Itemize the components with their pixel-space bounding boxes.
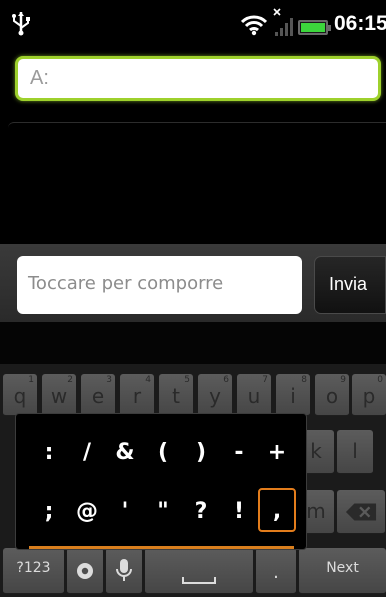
- symbol-popup: : / & ( ) - + ; @ ' " ? ! ,: [15, 413, 307, 550]
- wifi-icon: [241, 15, 267, 36]
- status-time: 06:15: [334, 12, 386, 35]
- key-u[interactable]: 7u: [237, 374, 271, 416]
- recipient-input[interactable]: A:: [15, 56, 381, 101]
- symbol-plus[interactable]: +: [262, 440, 292, 465]
- space-icon: [182, 577, 216, 584]
- key-w[interactable]: 2w: [42, 374, 76, 416]
- symbol-question[interactable]: ?: [186, 499, 216, 524]
- message-input[interactable]: Toccare per comporre: [17, 256, 302, 314]
- usb-icon: [12, 12, 30, 36]
- compose-bar: Toccare per comporre Invia: [0, 244, 386, 322]
- symbols-key[interactable]: ?123: [3, 548, 64, 594]
- send-button-label: Invia: [329, 274, 368, 294]
- symbol-semicolon[interactable]: ;: [34, 499, 64, 524]
- symbol-at[interactable]: @: [72, 499, 102, 524]
- recipient-label: A:: [30, 67, 49, 89]
- microphone-icon: [116, 559, 132, 581]
- symbol-close-paren[interactable]: ): [186, 440, 216, 465]
- key-t[interactable]: 5t: [159, 374, 193, 416]
- symbol-dash[interactable]: -: [224, 440, 254, 465]
- symbol-comma[interactable]: ,: [258, 488, 296, 532]
- symbol-apostrophe[interactable]: ': [110, 499, 140, 524]
- key-q[interactable]: 1q: [3, 374, 37, 416]
- key-e[interactable]: 3e: [81, 374, 115, 416]
- popup-underline: [29, 546, 294, 549]
- symbol-ampersand[interactable]: &: [110, 440, 140, 465]
- voice-input-key[interactable]: [106, 548, 142, 594]
- conversation-area: [8, 122, 386, 244]
- symbol-colon[interactable]: :: [34, 440, 64, 465]
- key-y[interactable]: 6y: [198, 374, 232, 416]
- backspace-icon: [345, 503, 377, 521]
- keyboard-gap: [0, 322, 386, 364]
- key-p[interactable]: 0p: [352, 374, 386, 416]
- message-placeholder: Toccare per comporre: [28, 273, 224, 294]
- symbol-open-paren[interactable]: (: [148, 440, 178, 465]
- key-l[interactable]: l: [337, 430, 373, 474]
- status-bar: 06:15: [0, 0, 386, 46]
- settings-icon: [77, 563, 93, 579]
- symbol-exclamation[interactable]: !: [224, 499, 254, 524]
- backspace-key[interactable]: [337, 490, 385, 534]
- key-i[interactable]: 8i: [276, 374, 310, 416]
- period-key[interactable]: .: [256, 548, 296, 594]
- settings-key[interactable]: [67, 548, 103, 594]
- no-signal-icon: [273, 8, 293, 36]
- battery-icon: [298, 20, 331, 35]
- send-button[interactable]: Invia: [314, 256, 386, 314]
- symbol-slash[interactable]: /: [72, 440, 102, 465]
- space-key[interactable]: [145, 548, 253, 594]
- key-o[interactable]: 9o: [315, 374, 349, 416]
- key-r[interactable]: 4r: [120, 374, 154, 416]
- symbol-quote[interactable]: ": [148, 499, 178, 524]
- next-key[interactable]: Next: [299, 548, 386, 594]
